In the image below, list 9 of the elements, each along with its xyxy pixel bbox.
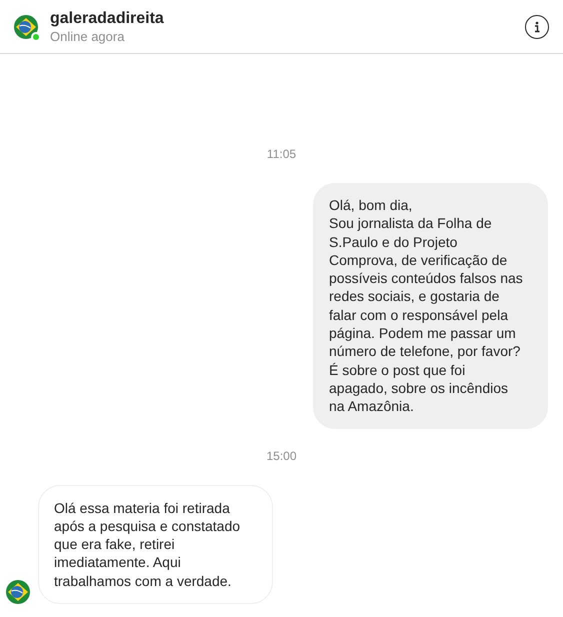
info-icon[interactable] (525, 14, 549, 38)
profile-avatar (14, 14, 38, 38)
timestamp: 11:05 (266, 146, 296, 163)
received-message: Olá essa materia foi retirada após a pesquisa e constatado que era fake, retirei imediatamente. Aqui trabalhamos com a verdade. (38, 484, 273, 604)
status-text: Online agora (50, 28, 126, 44)
username[interactable]: galeradadireita (50, 8, 525, 28)
timestamp: 15:00 (266, 448, 297, 465)
sent-message: Olá, bom dia, Sou jornalista da Folha de S.Paulo e do Projeto Comprova, de verificação de possíveis conteúdos falsos nas redes sociais, e gostaria de falar com o responsável pela página. Podem me passar um número de telefone, por favor? É sobre o post que foi apagado, sobre os incêndios na Amazônia. (313, 182, 548, 429)
sender-avatar (6, 580, 30, 604)
